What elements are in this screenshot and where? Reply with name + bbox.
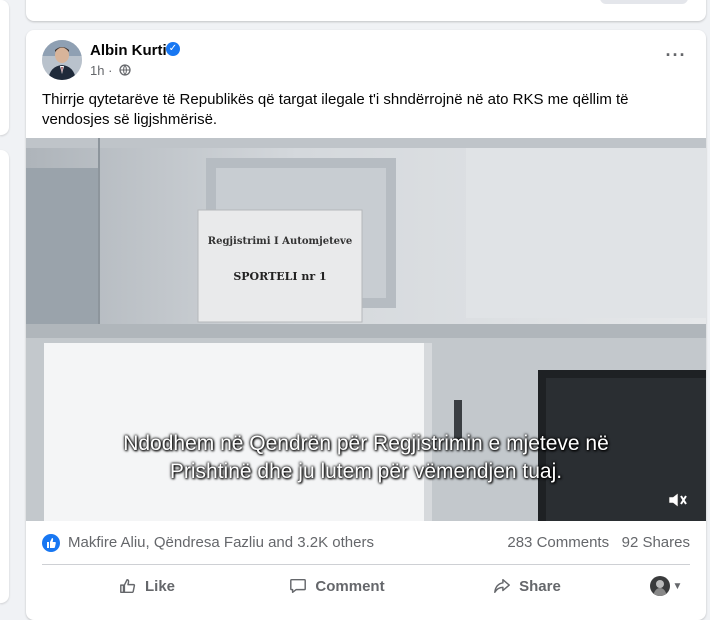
like-reaction-icon[interactable] xyxy=(42,534,60,552)
reactors-text[interactable]: Makfire Aliu, Qëndresa Fazliu and 3.2K o… xyxy=(68,534,374,551)
post-stats: Makfire Aliu, Qëndresa Fazliu and 3.2K o… xyxy=(42,532,690,554)
comments-count[interactable]: 283 Comments xyxy=(507,534,609,551)
comment-icon xyxy=(290,578,307,594)
shares-count[interactable]: 92 Shares xyxy=(622,534,690,551)
divider xyxy=(42,564,690,565)
post-timestamp[interactable]: 1h xyxy=(90,63,104,78)
post-actions: Like Comment Share ▼ xyxy=(42,568,690,604)
verified-badge-icon: ✓ xyxy=(166,42,180,56)
subtitle-line-1: Ndodhem në Qendrën për Regjistrimin e mj… xyxy=(123,432,609,455)
previous-post-button[interactable] xyxy=(600,0,688,4)
share-label: Share xyxy=(519,577,561,595)
mute-icon[interactable] xyxy=(666,489,688,511)
left-sidebar-card-top xyxy=(0,0,9,135)
post-card: Albin Kurti ✓ 1h · ··· Thirrje qytetarëv… xyxy=(26,30,706,620)
thumbs-up-icon xyxy=(120,578,136,594)
globe-icon[interactable] xyxy=(119,64,131,79)
share-button[interactable]: Share xyxy=(432,568,622,604)
like-button[interactable]: Like xyxy=(42,568,252,604)
chevron-down-icon: ▼ xyxy=(672,580,683,592)
more-options-icon[interactable]: ··· xyxy=(662,46,690,68)
author-name[interactable]: Albin Kurti xyxy=(90,42,167,59)
comment-button[interactable]: Comment xyxy=(232,568,442,604)
sign-counter: SPORTELI nr 1 xyxy=(233,270,326,283)
profile-avatar xyxy=(649,576,670,596)
react-as-selector[interactable]: ▼ xyxy=(642,568,690,604)
previous-post-card xyxy=(26,0,706,21)
post-video[interactable]: Regjistrimi I Automjeteve SPORTELI nr 1 … xyxy=(26,138,706,521)
share-icon xyxy=(494,578,511,594)
left-sidebar-card xyxy=(0,150,9,603)
like-label: Like xyxy=(144,577,175,595)
sign-title: Regjistrimi I Automjeteve xyxy=(208,236,352,247)
video-subtitles: Ndodhem në Qendrën për Regjistrimin e mj… xyxy=(26,430,706,486)
engagement-counts: 283 Comments 92 Shares xyxy=(507,534,690,551)
post-header: Albin Kurti ✓ 1h · ··· xyxy=(42,40,690,84)
subtitle-line-2: Prishtinë dhe ju lutem për vëmendjen tua… xyxy=(169,460,563,483)
author-avatar[interactable] xyxy=(42,40,82,80)
post-text: Thirrje qytetarëve të Republikës që targ… xyxy=(42,91,629,128)
post-meta: 1h · xyxy=(90,63,131,79)
comment-label: Comment xyxy=(315,577,385,595)
